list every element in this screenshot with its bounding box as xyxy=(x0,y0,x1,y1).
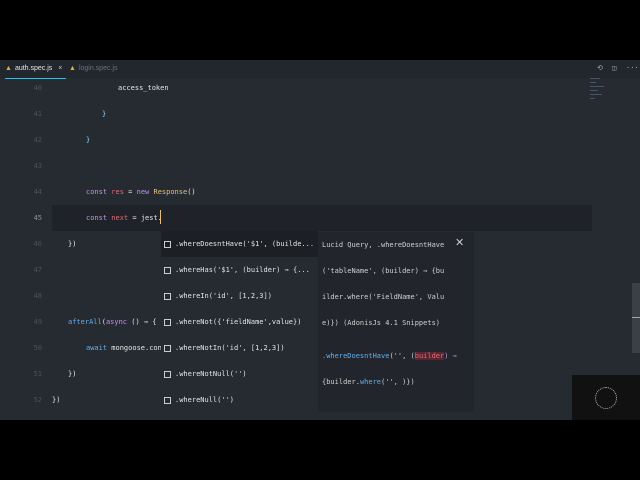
line-number: 51 xyxy=(33,370,42,378)
code-token: where xyxy=(359,378,382,386)
split-editor-icon[interactable]: ◫ xyxy=(612,64,616,72)
code-token: await xyxy=(86,344,108,352)
compare-changes-icon[interactable]: ⟲ xyxy=(597,64,603,72)
suggestion-item[interactable]: .whereNull('') xyxy=(161,387,318,413)
line-number: 45 xyxy=(33,214,42,222)
code-token: } xyxy=(86,136,91,144)
js-file-icon: ▲ xyxy=(69,65,76,72)
code-token: } xyxy=(102,110,107,118)
code-line: afterAll(async () ⇒ { xyxy=(68,318,157,326)
code-line: await mongoose.con xyxy=(86,344,162,352)
code-line: const next = jest. xyxy=(86,214,162,222)
suggestion-item[interactable]: .whereNotNull('') xyxy=(161,361,318,387)
line-number: 48 xyxy=(33,292,42,300)
code-token: next xyxy=(111,214,129,222)
code-token: }) xyxy=(68,370,77,378)
details-code-line: {builder.where('', )}) xyxy=(322,378,415,386)
js-file-icon: ▲ xyxy=(5,65,12,72)
watermark-logo xyxy=(595,387,617,409)
code-token: new xyxy=(136,188,150,196)
line-number: 43 xyxy=(33,162,42,170)
line-number: 42 xyxy=(33,136,42,144)
code-token: afterAll xyxy=(68,318,102,326)
suggestion-label: .whereNotIn('id', [1,2,3]) xyxy=(175,344,285,352)
line-number: 50 xyxy=(33,344,42,352)
line-number: 41 xyxy=(33,110,42,118)
line-number: 46 xyxy=(33,240,42,248)
snippet-icon xyxy=(164,266,171,274)
editor-window: ▲ auth.spec.js × ▲ login.spec.js ⟲ ◫ ··· 40… xyxy=(0,60,640,420)
details-code-line: .whereDoesntHave('', (builder) ⇒ xyxy=(322,352,457,360)
code-token: () xyxy=(187,188,196,196)
code-line: }) xyxy=(68,240,76,248)
code-token: ) ⇒ xyxy=(444,352,457,360)
code-token: Response xyxy=(153,188,188,196)
suggestion-list[interactable]: .whereDoesntHave('$1', (builde... .whereH… xyxy=(161,231,318,413)
tab-auth-spec[interactable]: ▲ auth.spec.js × xyxy=(5,60,67,79)
code-token: builder xyxy=(414,352,445,360)
code-token: {builder. xyxy=(322,378,360,386)
code-line: }) xyxy=(52,396,60,404)
details-desc-line: e)}) (AdonisJs 4.1 Snippets) xyxy=(322,319,441,327)
code-token: async xyxy=(105,318,128,326)
code-token: () ⇒ { xyxy=(127,318,157,326)
code-token: ('', )}) xyxy=(381,378,415,386)
close-details-icon[interactable]: ✕ xyxy=(455,236,464,249)
more-actions-icon[interactable]: ··· xyxy=(626,64,639,72)
code-token: access_token xyxy=(118,84,169,92)
code-token: const xyxy=(86,214,108,222)
code-line: access_token xyxy=(118,84,169,92)
suggestion-label: .whereNotNull('') xyxy=(175,370,247,378)
line-number: 47 xyxy=(33,266,42,274)
code-line: } xyxy=(102,110,106,118)
code-token: }) xyxy=(52,396,61,404)
code-token: ('', ( xyxy=(389,352,415,360)
line-number: 52 xyxy=(33,396,42,404)
snippet-icon xyxy=(164,240,171,248)
suggestion-label: .whereNull('') xyxy=(175,396,235,404)
tab-label: login.spec.js xyxy=(78,65,118,72)
suggestion-item[interactable]: .whereNot({'fieldName',value}) xyxy=(161,309,318,335)
snippet-icon xyxy=(164,292,171,300)
code-token: res xyxy=(111,188,124,196)
suggestion-label: .whereNot({'fieldName',value}) xyxy=(175,318,302,326)
suggestion-item[interactable]: .whereNotIn('id', [1,2,3]) xyxy=(161,335,318,361)
details-desc-line: ('tableName', (builder) ⇒ {bu xyxy=(322,267,445,275)
details-desc-line: Lucid Query, .whereDoesntHave xyxy=(322,241,445,249)
line-number: 40 xyxy=(33,84,42,92)
suggestion-details: ✕ Lucid Query, .whereDoesntHave ('tableN… xyxy=(318,232,474,412)
tab-bar: ▲ auth.spec.js × ▲ login.spec.js ⟲ ◫ ··· xyxy=(0,60,640,79)
suggestion-item[interactable]: .whereHas('$1', (builder) ⇒ {... xyxy=(161,257,318,283)
code-token: mongoose.con xyxy=(107,344,162,352)
code-token: }) xyxy=(68,240,77,248)
snippet-icon xyxy=(164,396,171,404)
code-token: jest. xyxy=(140,214,162,222)
code-token: const xyxy=(86,188,108,196)
suggestion-item[interactable]: .whereIn('id', [1,2,3]) xyxy=(161,283,318,309)
details-desc-line: ilder.where('FieldName', Valu xyxy=(322,293,445,301)
line-number: 44 xyxy=(33,188,42,196)
snippet-icon xyxy=(164,318,171,326)
suggestion-item[interactable]: .whereDoesntHave('$1', (builde... xyxy=(161,231,318,257)
watermark xyxy=(572,375,640,420)
scrollbar-cursor-marker xyxy=(632,317,640,318)
tab-label: auth.spec.js xyxy=(14,65,53,72)
code-line: const res = new Response() xyxy=(86,188,196,196)
code-line: } xyxy=(86,136,90,144)
tab-login-spec[interactable]: ▲ login.spec.js xyxy=(69,60,117,78)
suggestion-label: .whereDoesntHave('$1', (builde... xyxy=(175,240,315,248)
snippet-icon xyxy=(164,370,171,378)
suggestion-label: .whereIn('id', [1,2,3]) xyxy=(175,292,272,300)
code-line: }) xyxy=(68,370,76,378)
snippet-icon xyxy=(164,344,171,352)
close-tab-icon[interactable]: × xyxy=(58,65,62,72)
code-token: = xyxy=(128,214,141,222)
text-cursor xyxy=(160,210,161,224)
suggestion-label: .whereHas('$1', (builder) ⇒ {... xyxy=(175,266,310,274)
vertical-scrollbar[interactable] xyxy=(632,283,640,353)
code-token: = xyxy=(123,188,137,196)
minimap[interactable] xyxy=(590,78,610,118)
code-token: .whereDoesntHave xyxy=(322,352,390,360)
line-number: 49 xyxy=(33,318,42,326)
